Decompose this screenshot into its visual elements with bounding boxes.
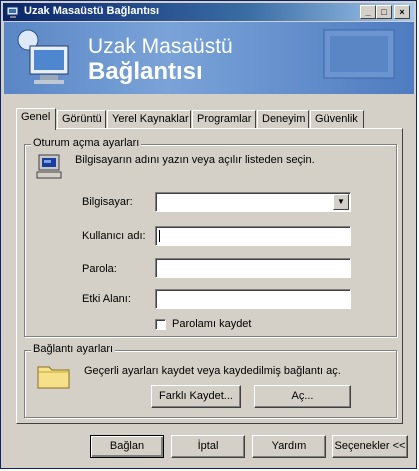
folder-icon: [37, 366, 70, 389]
domain-label: Etki Alanı:: [82, 293, 131, 305]
logon-description: Bilgisayarın adını yazın veya açılır lis…: [75, 154, 315, 166]
logon-settings-group: Oturum açma ayarları Bilgisayarın adını …: [24, 137, 397, 337]
app-icon: [6, 6, 19, 18]
save-password-checkbox[interactable]: [155, 319, 166, 330]
close-button[interactable]: ×: [394, 5, 410, 19]
title-bar[interactable]: Uzak Masaüstü Bağlantısı _ □ ×: [3, 3, 414, 21]
banner-line2: Bağlantısı: [88, 58, 203, 85]
banner-decoration: [323, 29, 395, 79]
password-label: Parola:: [82, 263, 117, 275]
open-button[interactable]: Aç...: [254, 385, 351, 408]
remote-desktop-window: Uzak Masaüstü Bağlantısı _ □ × Uzak Masa…: [0, 0, 417, 469]
tab-display[interactable]: Görüntü: [57, 110, 106, 128]
save-as-button[interactable]: Farklı Kaydet...: [151, 385, 241, 408]
window-title: Uzak Masaüstü Bağlantısı: [24, 5, 160, 17]
username-field[interactable]: [155, 226, 351, 246]
banner: Uzak Masaüstü Bağlantısı: [4, 22, 414, 94]
computer-icon: [36, 154, 62, 179]
minimize-button[interactable]: _: [360, 5, 376, 19]
tab-local-resources[interactable]: Yerel Kaynaklar: [107, 110, 191, 128]
username-label: Kullanıcı adı:: [82, 230, 146, 242]
domain-field[interactable]: [155, 289, 351, 309]
computer-combobox[interactable]: ▼: [155, 192, 351, 212]
save-password-label[interactable]: Parolamı kaydet: [172, 318, 251, 330]
connection-description: Geçerli ayarları kaydet veya kaydedilmiş…: [84, 365, 341, 377]
cancel-button[interactable]: İptal: [171, 435, 245, 458]
maximize-button[interactable]: □: [376, 5, 392, 19]
options-button[interactable]: Seçenekler <<: [332, 435, 408, 458]
general-panel: Oturum açma ayarları Bilgisayarın adını …: [16, 128, 403, 424]
chevron-down-icon[interactable]: ▼: [333, 194, 349, 210]
tab-experience[interactable]: Deneyim: [257, 110, 309, 128]
connect-button[interactable]: Bağlan: [90, 435, 164, 458]
password-field[interactable]: [155, 258, 351, 278]
tab-general[interactable]: Genel: [16, 108, 56, 130]
tab-programs[interactable]: Programlar: [192, 110, 256, 128]
connection-group-label: Bağlantı ayarları: [31, 343, 116, 355]
help-button[interactable]: Yardım: [252, 435, 326, 458]
connection-settings-group: Bağlantı ayarları Geçerli ayarları kayde…: [24, 343, 397, 418]
banner-computer-icon: [17, 29, 69, 84]
computer-label: Bilgisayar:: [82, 196, 133, 208]
text-caret: [159, 230, 160, 242]
tab-security[interactable]: Güvenlik: [310, 110, 364, 128]
banner-line1: Uzak Masaüstü: [88, 35, 233, 58]
logon-group-label: Oturum açma ayarları: [31, 137, 142, 149]
